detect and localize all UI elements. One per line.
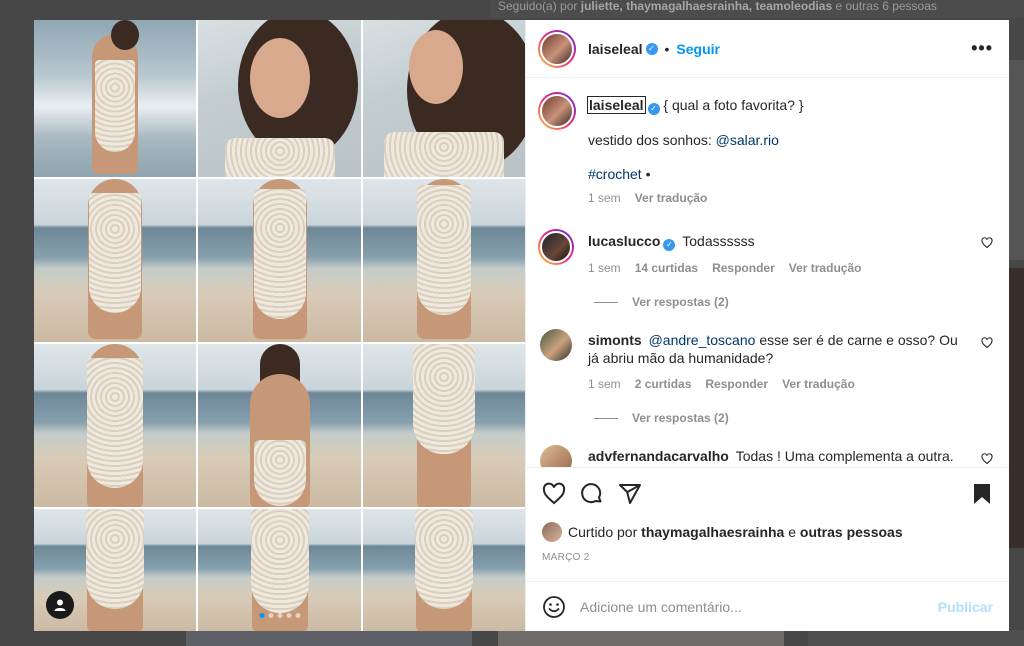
comment-text: Todas ! Uma complementa a outra. <box>735 448 954 464</box>
comment-time[interactable]: 1 sem <box>588 261 621 275</box>
caption-hashtag-suffix: • <box>645 166 651 182</box>
translate-link[interactable]: Ver tradução <box>635 191 708 205</box>
commenter-username[interactable]: simonts <box>588 332 642 348</box>
caption-avatar[interactable] <box>538 92 576 130</box>
view-replies-label: Ver respostas (2) <box>632 295 729 309</box>
commenter-avatar[interactable] <box>540 445 572 467</box>
verified-icon: ✓ <box>647 103 660 115</box>
view-replies-button[interactable]: Ver respostas (2) <box>594 295 993 309</box>
collage-photo <box>34 20 196 177</box>
comment-item: lucaslucco ✓ Todassssss 1 sem 14 curtidas… <box>538 229 993 275</box>
verified-icon: ✓ <box>645 42 658 55</box>
caption-line: vestido dos sonhos: <box>588 132 712 148</box>
translate-link[interactable]: Ver tradução <box>789 261 862 275</box>
background-thumbnail <box>1008 268 1024 548</box>
carousel-dot <box>295 613 300 618</box>
likes-summary[interactable]: Curtido por thaymagalhaesrainha e outras… <box>542 522 993 542</box>
background-followed-by: Seguido(a) por juliette, thaymagalhaesra… <box>498 0 937 13</box>
collage-photo: › <box>363 179 525 342</box>
liked-by-prefix: Curtido por <box>568 524 638 540</box>
post-media[interactable]: › <box>34 20 525 631</box>
comment-input[interactable]: Adicione um comentário... <box>580 599 938 615</box>
bookmark-icon[interactable] <box>971 482 993 506</box>
heart-icon[interactable] <box>542 482 566 506</box>
background-thumbnail <box>498 630 784 646</box>
collage-photo <box>198 20 361 177</box>
collage-photo <box>363 20 525 177</box>
liked-by-and: e <box>788 524 797 540</box>
comment-text: Todassssss <box>682 233 755 249</box>
tagged-users-button[interactable] <box>46 591 74 619</box>
liked-by-user[interactable]: thaymagalhaesrainha <box>641 524 784 540</box>
commenter-username[interactable]: lucaslucco <box>588 233 660 249</box>
collage-photo <box>198 179 361 342</box>
replies-divider <box>594 417 618 419</box>
caption-hashtag[interactable]: #crochet <box>588 166 642 182</box>
comments-list[interactable]: laiseleal ✓ { qual a foto favorita? } ves… <box>526 78 1009 467</box>
comment-icon[interactable] <box>580 482 604 506</box>
emoji-icon[interactable] <box>542 595 566 619</box>
reply-button[interactable]: Responder <box>705 377 768 391</box>
post-modal: › <box>34 20 1009 631</box>
comment-item: simonts @andre_toscano esse ser é de car… <box>538 329 993 391</box>
separator-dot: • <box>664 40 670 57</box>
heart-icon[interactable] <box>981 453 993 465</box>
commenter-username[interactable]: advfernandacarvalho <box>588 448 729 464</box>
comment-likes[interactable]: 14 curtidas <box>635 261 698 275</box>
carousel-indicator <box>259 613 300 618</box>
post-header: laiseleal ✓ • Seguir ••• <box>526 20 1009 78</box>
replies-divider <box>594 301 618 303</box>
liked-by-others[interactable]: outras pessoas <box>800 524 903 540</box>
post-date[interactable]: MARÇO 2 <box>542 552 993 563</box>
translate-link[interactable]: Ver tradução <box>782 377 855 391</box>
comment-likes[interactable]: 2 curtidas <box>635 377 692 391</box>
background-thumbnail <box>1008 60 1024 260</box>
post-actions: Curtido por thaymagalhaesrainha e outras… <box>526 467 1009 581</box>
verified-icon: ✓ <box>663 239 676 251</box>
reply-button[interactable]: Responder <box>712 261 775 275</box>
collage-photo <box>34 344 196 507</box>
background-thumbnail <box>186 630 472 646</box>
heart-icon[interactable] <box>981 337 993 349</box>
view-replies-label: Ver respostas (2) <box>632 411 729 425</box>
follow-button[interactable]: Seguir <box>676 41 720 57</box>
carousel-dot <box>277 613 282 618</box>
carousel-dot <box>286 613 291 618</box>
comment-item: advfernandacarvalho Todas ! Uma compleme… <box>538 445 993 467</box>
view-replies-button[interactable]: Ver respostas (2) <box>594 411 993 425</box>
caption-text: { qual a foto favorita? } <box>663 97 804 113</box>
comment-mention[interactable]: @andre_toscano <box>649 332 756 348</box>
share-icon[interactable] <box>618 482 642 506</box>
carousel-dot <box>268 613 273 618</box>
collage-photo <box>363 509 525 631</box>
caption-time[interactable]: 1 sem <box>588 191 621 205</box>
more-options-icon[interactable]: ••• <box>971 38 993 59</box>
background-thumbnail <box>808 630 1024 646</box>
commenter-avatar[interactable] <box>538 229 574 265</box>
collage-photo <box>198 344 361 507</box>
carousel-dot <box>259 613 264 618</box>
post-side-panel: laiseleal ✓ • Seguir ••• laiseleal ✓ { qu… <box>525 20 1009 631</box>
liker-avatar <box>542 522 562 542</box>
caption: laiseleal ✓ { qual a foto favorita? } ves… <box>538 92 993 205</box>
comment-text: esse ser é de carne e osso? Ou já abriu … <box>588 332 958 366</box>
comment-time[interactable]: 1 sem <box>588 377 621 391</box>
commenter-avatar[interactable] <box>540 329 572 361</box>
author-username[interactable]: laiseleal <box>588 41 643 57</box>
photo-collage: › <box>34 20 525 631</box>
add-comment-bar: Adicione um comentário... Publicar <box>526 581 1009 631</box>
collage-photo <box>34 179 196 342</box>
heart-icon[interactable] <box>981 237 993 249</box>
action-icons-row <box>542 480 993 508</box>
user-tag-icon <box>54 599 66 611</box>
caption-username[interactable]: laiseleal <box>587 96 646 114</box>
collage-photo <box>363 344 525 507</box>
caption-mention[interactable]: @salar.rio <box>716 132 779 148</box>
author-avatar[interactable] <box>538 29 576 68</box>
publish-button[interactable]: Publicar <box>938 599 993 615</box>
